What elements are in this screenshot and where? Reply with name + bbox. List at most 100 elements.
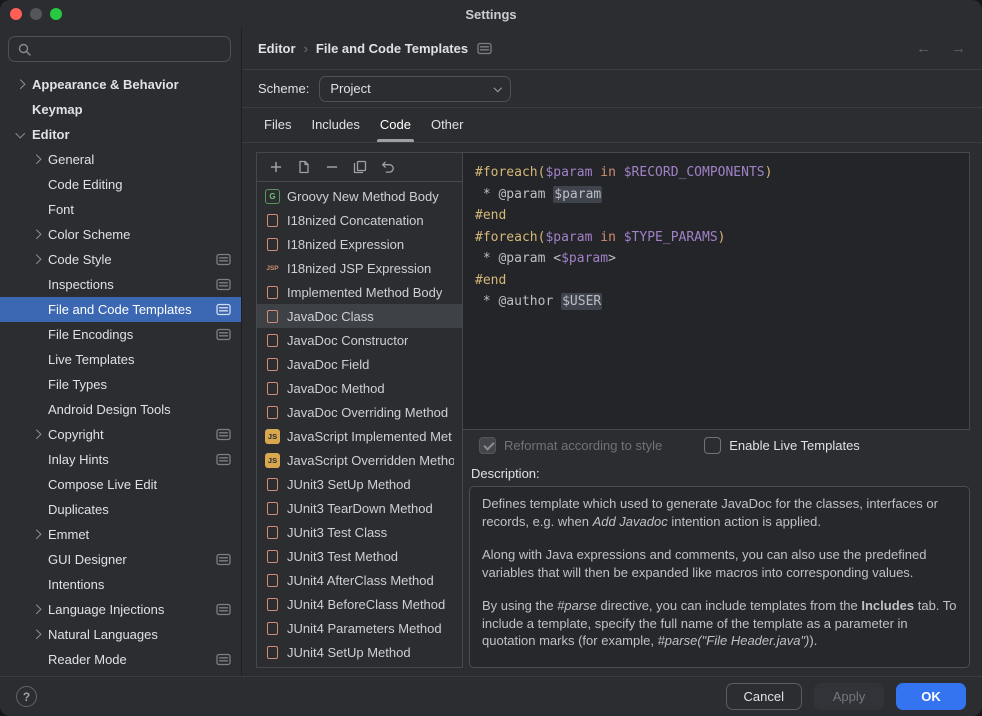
settings-badge-icon	[477, 42, 492, 55]
scheme-label: Scheme:	[258, 81, 309, 96]
apply-button[interactable]: Apply	[814, 683, 884, 710]
tpl-template-icon	[265, 549, 280, 564]
template-item-groovy-new-method-body[interactable]: GGroovy New Method Body	[257, 184, 462, 208]
sidebar-item-intentions[interactable]: Intentions	[0, 572, 241, 597]
sidebar-item-compose-live-edit[interactable]: Compose Live Edit	[0, 472, 241, 497]
live-templates-checkbox[interactable]	[704, 437, 721, 454]
template-item-junit3-setup-method[interactable]: JUnit3 SetUp Method	[257, 472, 462, 496]
template-item-javascript-overridden-metho[interactable]: JSJavaScript Overridden Metho	[257, 448, 462, 472]
chevron-right-icon[interactable]	[15, 80, 24, 89]
sidebar-item-inlay-hints[interactable]: Inlay Hints	[0, 447, 241, 472]
sidebar-item-code-editing[interactable]: Code Editing	[0, 172, 241, 197]
sidebar-item-duplicates[interactable]: Duplicates	[0, 497, 241, 522]
chevron-right-icon[interactable]	[31, 155, 40, 164]
template-item-javascript-implemented-met[interactable]: JSJavaScript Implemented Met	[257, 424, 462, 448]
sidebar-item-file-types[interactable]: File Types	[0, 372, 241, 397]
tab-includes[interactable]: Includes	[301, 117, 369, 142]
template-item-javadoc-method[interactable]: JavaDoc Method	[257, 376, 462, 400]
sidebar-item-label: Keymap	[32, 102, 83, 117]
template-item-javadoc-overriding-method[interactable]: JavaDoc Overriding Method	[257, 400, 462, 424]
template-item-junit4-beforeclass-method[interactable]: JUnit4 BeforeClass Method	[257, 592, 462, 616]
sidebar-item-android-design-tools[interactable]: Android Design Tools	[0, 397, 241, 422]
template-item-junit3-teardown-method[interactable]: JUnit3 TearDown Method	[257, 496, 462, 520]
sidebar-item-file-encodings[interactable]: File Encodings	[0, 322, 241, 347]
sidebar-item-live-templates[interactable]: Live Templates	[0, 347, 241, 372]
chevron-right-icon[interactable]	[31, 605, 40, 614]
reset-button[interactable]	[378, 157, 398, 177]
description-paragraph: Along with Java expressions and comments…	[482, 546, 957, 581]
minimize-button[interactable]	[30, 8, 42, 20]
chevron-down-icon[interactable]	[15, 128, 24, 137]
template-list: GGroovy New Method BodyI18nized Concaten…	[257, 182, 462, 667]
cancel-button[interactable]: Cancel	[726, 683, 802, 710]
code-line: * @author $USER	[475, 291, 957, 313]
template-item-junit3-test-class[interactable]: JUnit3 Test Class	[257, 520, 462, 544]
add-child-button[interactable]	[294, 157, 314, 177]
add-button[interactable]	[266, 157, 286, 177]
sidebar-item-reader-mode[interactable]: Reader Mode	[0, 647, 241, 672]
forward-button[interactable]: →	[951, 40, 966, 57]
tpl-template-icon	[265, 357, 280, 372]
template-item-junit4-afterclass-method[interactable]: JUnit4 AfterClass Method	[257, 568, 462, 592]
sidebar-item-gui-designer[interactable]: GUI Designer	[0, 547, 241, 572]
scheme-select[interactable]: Project	[319, 76, 511, 102]
reformat-option: Reformat according to style	[479, 437, 662, 454]
tpl-template-icon	[265, 525, 280, 540]
sidebar-item-label: Intentions	[48, 577, 104, 592]
ok-button[interactable]: OK	[896, 683, 966, 710]
tab-files[interactable]: Files	[254, 117, 301, 142]
sidebar-item-copyright[interactable]: Copyright	[0, 422, 241, 447]
tpl-template-icon	[265, 621, 280, 636]
settings-badge-icon	[216, 653, 231, 666]
sidebar-item-keymap[interactable]: Keymap	[0, 97, 241, 122]
sidebar-item-appearance-behavior[interactable]: Appearance & Behavior	[0, 72, 241, 97]
template-item-javadoc-field[interactable]: JavaDoc Field	[257, 352, 462, 376]
template-editor[interactable]: #foreach($param in $RECORD_COMPONENTS) *…	[463, 152, 970, 430]
template-item-implemented-method-body[interactable]: Implemented Method Body	[257, 280, 462, 304]
template-item-i18nized-expression[interactable]: I18nized Expression	[257, 232, 462, 256]
chevron-right-icon[interactable]	[31, 430, 40, 439]
search-input[interactable]	[38, 41, 222, 58]
sidebar-item-editor[interactable]: Editor	[0, 122, 241, 147]
template-item-junit3-test-method[interactable]: JUnit3 Test Method	[257, 544, 462, 568]
scheme-value: Project	[330, 81, 370, 96]
sidebar-item-natural-languages[interactable]: Natural Languages	[0, 622, 241, 647]
reformat-checkbox[interactable]	[479, 437, 496, 454]
sidebar-item-file-and-code-templates[interactable]: File and Code Templates	[0, 297, 241, 322]
template-item-label: JUnit4 AfterClass Method	[287, 573, 434, 588]
template-item-junit4-parameters-method[interactable]: JUnit4 Parameters Method	[257, 616, 462, 640]
live-templates-option: Enable Live Templates	[704, 437, 860, 454]
sidebar-item-font[interactable]: Font	[0, 197, 241, 222]
template-item-i18nized-concatenation[interactable]: I18nized Concatenation	[257, 208, 462, 232]
template-item-label: I18nized JSP Expression	[287, 261, 431, 276]
template-item-junit4-setup-method[interactable]: JUnit4 SetUp Method	[257, 640, 462, 664]
add-icon	[268, 159, 284, 175]
remove-button[interactable]	[322, 157, 342, 177]
help-button[interactable]: ?	[16, 686, 37, 707]
tpl-template-icon	[265, 645, 280, 660]
sidebar-item-general[interactable]: General	[0, 147, 241, 172]
chevron-right-icon[interactable]	[31, 630, 40, 639]
sidebar-item-color-scheme[interactable]: Color Scheme	[0, 222, 241, 247]
close-button[interactable]	[10, 8, 22, 20]
tpl-template-icon	[265, 405, 280, 420]
breadcrumb-parent[interactable]: Editor	[258, 41, 296, 56]
chevron-right-icon[interactable]	[31, 230, 40, 239]
template-item-javadoc-class[interactable]: JavaDoc Class	[257, 304, 462, 328]
sidebar-item-language-injections[interactable]: Language Injections	[0, 597, 241, 622]
zoom-button[interactable]	[50, 8, 62, 20]
template-item-i18nized-jsp-expression[interactable]: JSPI18nized JSP Expression	[257, 256, 462, 280]
chevron-right-icon[interactable]	[31, 530, 40, 539]
sidebar-item-inspections[interactable]: Inspections	[0, 272, 241, 297]
reformat-label: Reformat according to style	[504, 438, 662, 453]
chevron-right-icon[interactable]	[31, 255, 40, 264]
sidebar-item-emmet[interactable]: Emmet	[0, 522, 241, 547]
sidebar-item-code-style[interactable]: Code Style	[0, 247, 241, 272]
tab-other[interactable]: Other	[421, 117, 474, 142]
js-template-icon: JS	[265, 453, 280, 468]
back-button[interactable]: ←	[916, 40, 931, 57]
template-item-javadoc-constructor[interactable]: JavaDoc Constructor	[257, 328, 462, 352]
tab-code[interactable]: Code	[370, 117, 421, 142]
copy-button[interactable]	[350, 157, 370, 177]
sidebar: Appearance & Behavior Keymap EditorGeneral…	[0, 28, 242, 676]
